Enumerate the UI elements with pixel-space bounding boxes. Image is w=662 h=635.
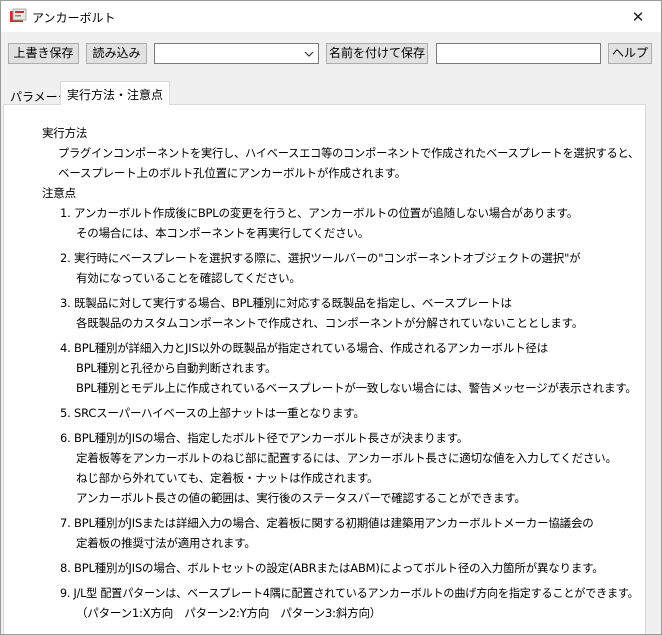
window-title: アンカーボルト <box>32 11 116 25</box>
help-button[interactable]: ヘルプ <box>608 43 652 64</box>
note-item-6: 6. BPL種別がJISの場合、指定したボルト径でアンカーボルト長さが決まります… <box>60 431 469 445</box>
chevron-down-icon <box>304 51 314 57</box>
note-item-7-cont: 定着板の推奨寸法が適用されます。 <box>76 536 256 550</box>
note-item-9: 9. J/L型 配置パターンは、ベースプレート4隅に配置されているアンカーボルト… <box>60 586 639 600</box>
note-item-4-cont: BPL種別とモデル上に作成されているベースプレートが一致しない場合には、警告メッ… <box>76 381 637 395</box>
app-icon <box>10 8 27 22</box>
note-item-2: 2. 実行時にベースプレートを選択する際に、選択ツールバーの"コンポーネントオブ… <box>60 251 581 265</box>
note-item-9-cont: （パターン1:X方向 パターン2:Y方向 パターン3:斜方向） <box>76 606 382 620</box>
title-bar: アンカーボルト ✕ <box>1 1 661 32</box>
note-item-6-cont: ねじ部から外れていても、定着板・ナットは作成されます。 <box>76 471 379 485</box>
save-overwrite-button[interactable]: 上書き保存 <box>8 43 79 64</box>
tab-strip: パラメータ 実行方法・注意点 <box>1 80 661 105</box>
section-heading-notes: 注意点 <box>42 186 76 200</box>
usage-text-line: ベースプレート上のボルト孔位置にアンカーボルトが作成されます。 <box>58 166 407 180</box>
load-button[interactable]: 読み込み <box>86 43 147 64</box>
note-item-2-cont: 有効になっていることを確認してください。 <box>76 271 301 285</box>
note-item-3: 3. 既製品に対して実行する場合、BPL種別に対応する既製品を指定し、ベースプレ… <box>60 296 512 310</box>
note-item-4: 4. BPL種別が詳細入力とJIS以外の既製品が指定されている場合、作成されるア… <box>60 341 549 355</box>
preset-select[interactable] <box>154 43 319 64</box>
note-item-4-cont: BPL種別と孔径から自動判断されます。 <box>76 361 277 375</box>
note-item-8: 8. BPL種別がJISの場合、ボルトセットの設定(ABRまたはABM)によって… <box>60 561 604 575</box>
note-item-6-cont: アンカーボルト長さの値の範囲は、実行後のステータスバーで確認することができます。 <box>76 491 526 505</box>
tab-panel: 実行方法 プラグインコンポーネントを実行し、ハイベースエコ等のコンポーネントで作… <box>3 104 646 634</box>
close-icon: ✕ <box>631 7 645 26</box>
close-button[interactable]: ✕ <box>615 1 661 32</box>
save-as-name-input[interactable] <box>436 43 601 64</box>
note-item-6-cont: 定着板等をアンカーボルトのねじ部に配置するには、アンカーボルト長さに適切な値を入… <box>76 451 617 465</box>
usage-text-line: プラグインコンポーネントを実行し、ハイベースエコ等のコンポーネントで作成されたベ… <box>58 146 640 160</box>
toolbar: 上書き保存 読み込み 名前を付けて保存 ヘルプ <box>1 32 661 80</box>
tab-usage-notes[interactable]: 実行方法・注意点 <box>60 81 171 105</box>
note-item-5: 5. SRCスーパーハイベースの上部ナットは一重となります。 <box>60 406 365 420</box>
note-item-7: 7. BPL種別がJISまたは詳細入力の場合、定着板に関する初期値は建築用アンカ… <box>60 516 594 530</box>
note-item-1: 1. アンカーボルト作成後にBPLの変更を行うと、アンカーボルトの位置が追随しな… <box>60 206 579 220</box>
save-as-button[interactable]: 名前を付けて保存 <box>326 43 428 64</box>
section-heading-usage: 実行方法 <box>42 126 88 140</box>
note-item-1-cont: その場合には、本コンポーネントを再実行してください。 <box>76 226 370 240</box>
anchor-bolt-dialog: アンカーボルト ✕ 上書き保存 読み込み 名前を付けて保存 ヘルプ パラメータ … <box>0 0 662 635</box>
note-item-3-cont: 各既製品のカスタムコンポーネントで作成され、コンポーネントが分解されていないこと… <box>76 316 584 330</box>
